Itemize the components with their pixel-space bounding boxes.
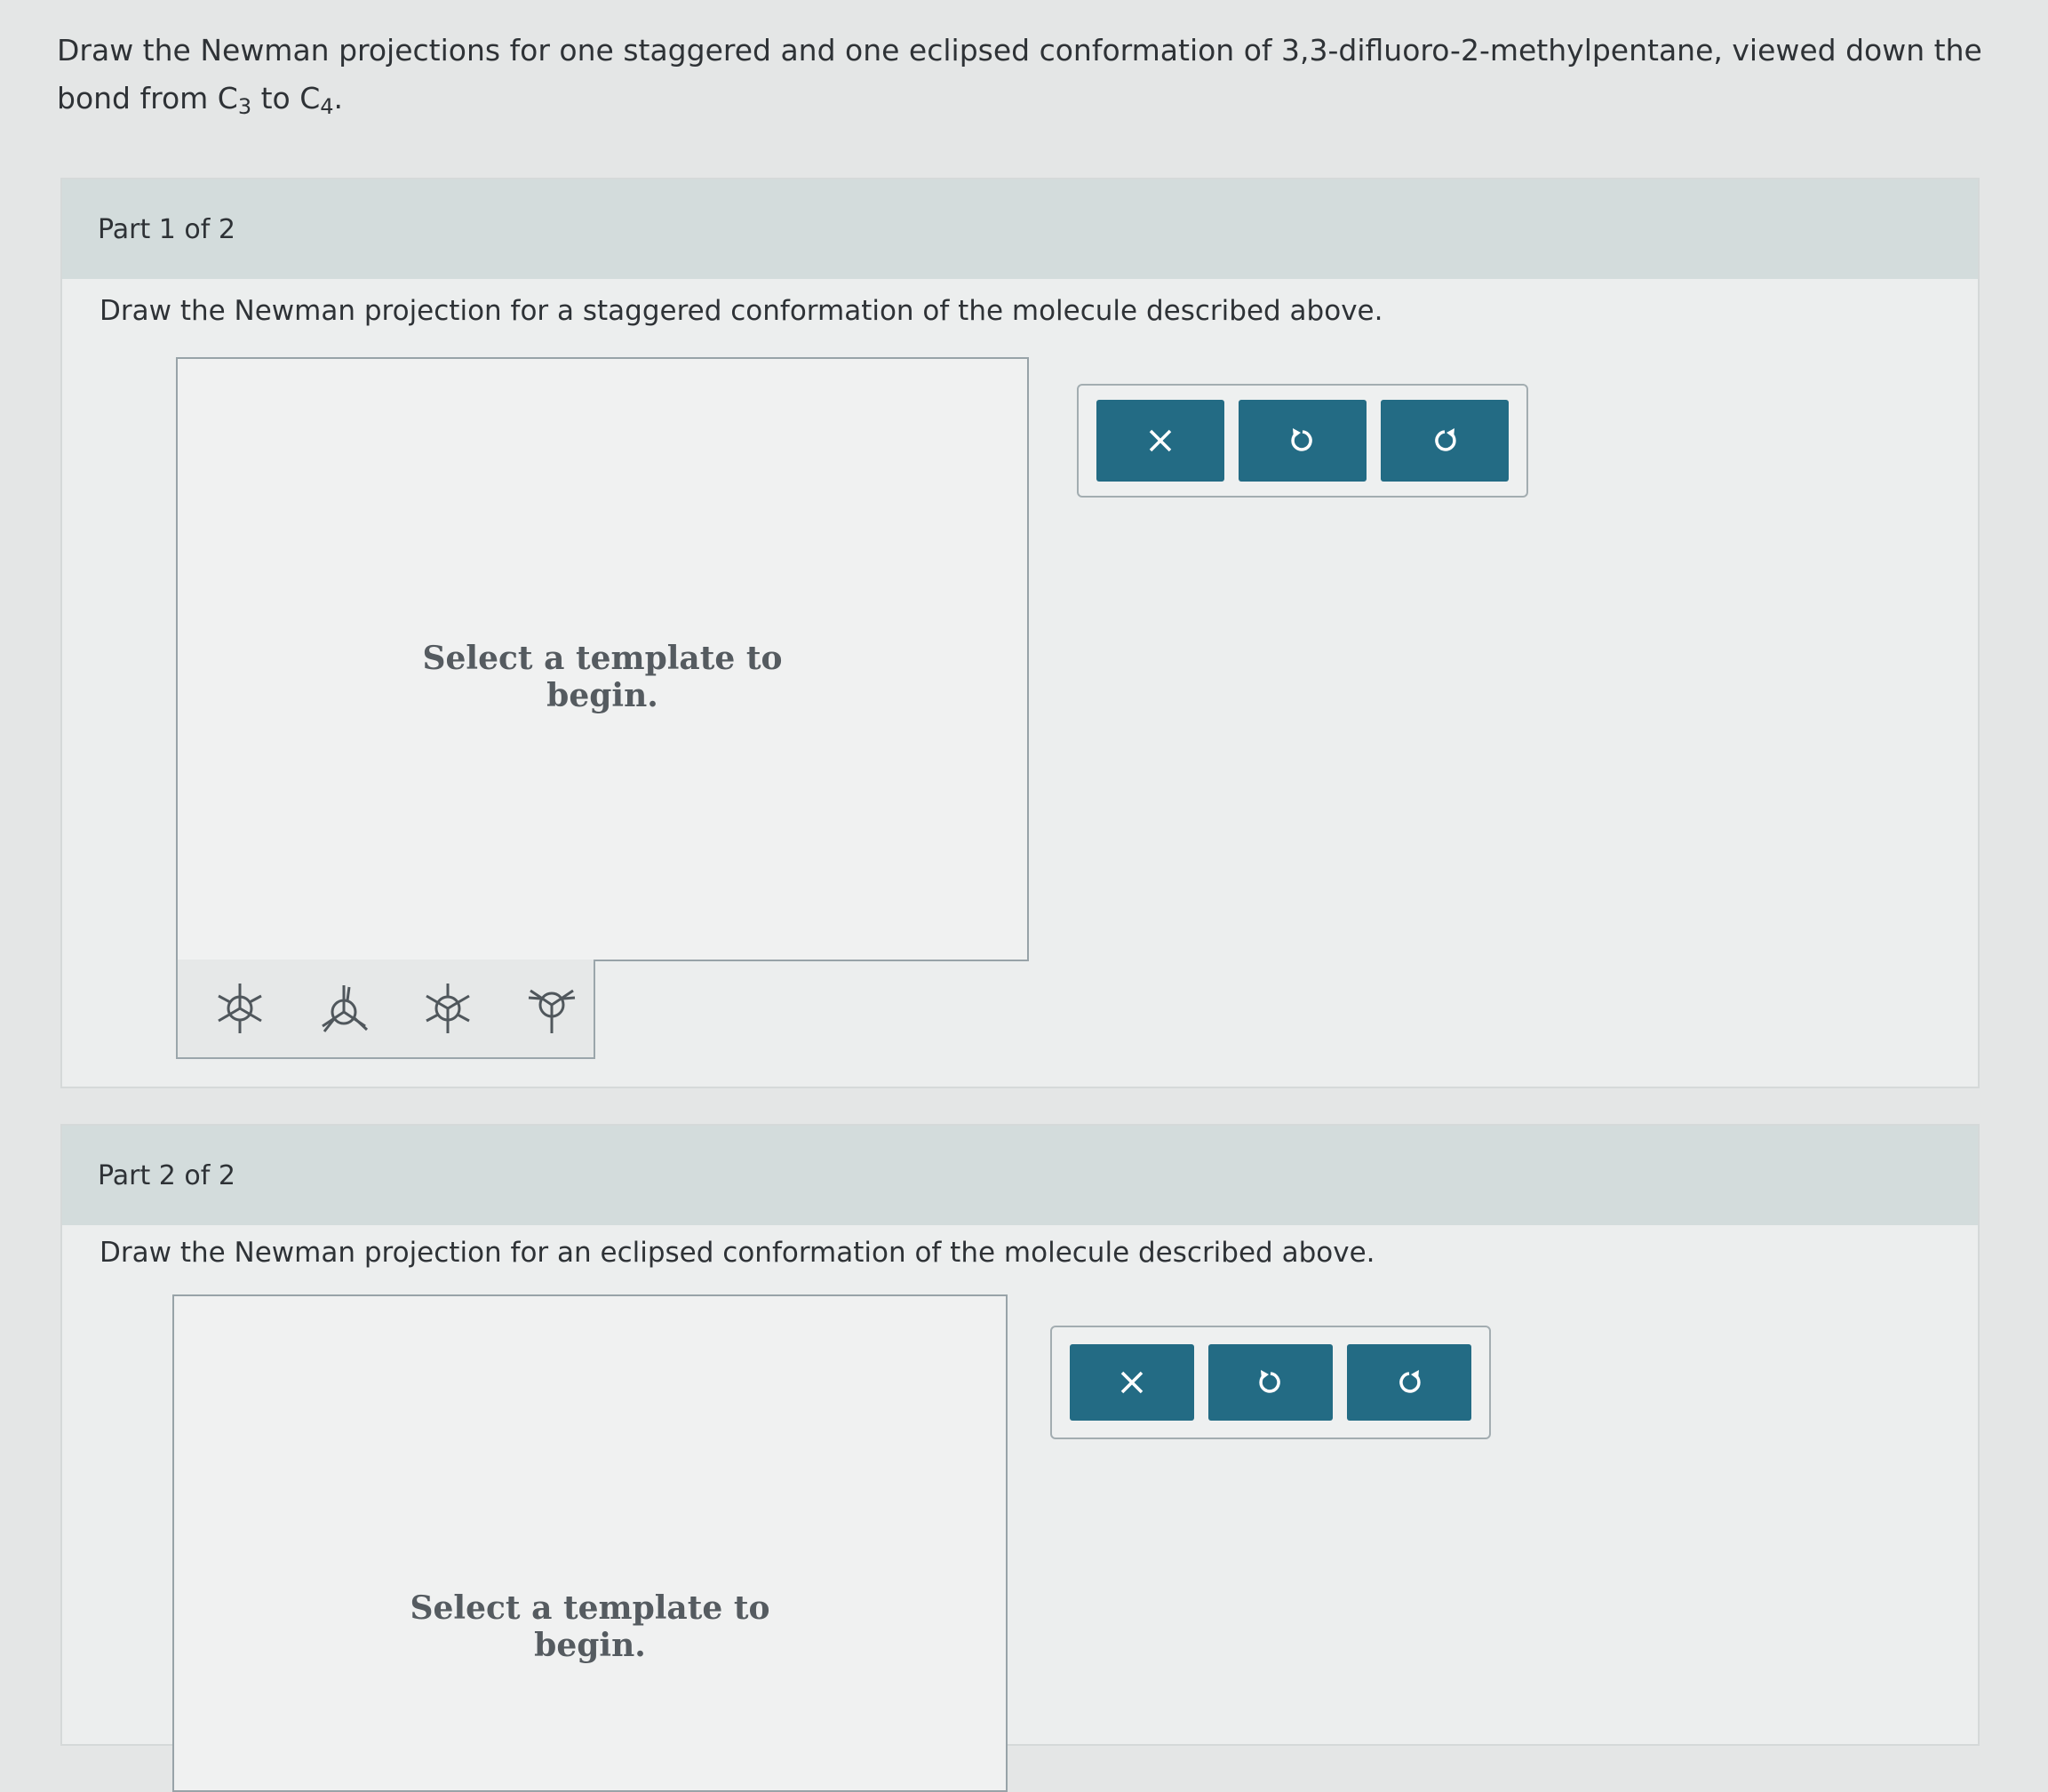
undo-button[interactable] — [1208, 1344, 1333, 1421]
question-text-part: to C — [251, 81, 321, 115]
staggered-template-icon — [217, 984, 262, 1033]
eclipsed-alt-template-button[interactable] — [509, 966, 594, 1051]
clear-button[interactable] — [1096, 400, 1224, 482]
redo-icon — [1399, 1370, 1421, 1393]
redo-button[interactable] — [1347, 1344, 1471, 1421]
question-text-part: . — [333, 81, 344, 115]
part-1-edit-toolbar — [1077, 384, 1528, 498]
clear-button[interactable] — [1070, 1344, 1194, 1421]
subscript-3: 3 — [237, 94, 252, 119]
redo-icon — [1435, 428, 1456, 451]
redo-button[interactable] — [1381, 400, 1509, 482]
part-1-header: Part 1 of 2 — [62, 179, 1978, 279]
staggered-alt-template-button[interactable] — [405, 966, 490, 1051]
part-2-edit-toolbar — [1050, 1326, 1491, 1439]
part-1-panel: Part 1 of 2 Draw the Newman projection f… — [60, 178, 1980, 1088]
part-2-panel: Part 2 of 2 Draw the Newman projection f… — [60, 1124, 1980, 1792]
canvas-placeholder: Select a template to begin. — [174, 1589, 1006, 1664]
staggered-template-button[interactable] — [197, 966, 282, 1051]
placeholder-line: begin. — [534, 1627, 646, 1664]
eclipsed-alt-template-icon — [528, 989, 575, 1033]
template-toolbar — [176, 960, 595, 1059]
subscript-4: 4 — [320, 94, 334, 119]
part-1-drawing-canvas[interactable]: Select a template to begin. — [176, 357, 1029, 961]
part-2-instruction: Draw the Newman projection for an eclips… — [100, 1237, 1375, 1269]
question-text-part: Draw the Newman projections for one stag… — [57, 33, 1982, 115]
staggered-alt-template-icon — [425, 984, 470, 1033]
eclipsed-template-button[interactable] — [301, 966, 386, 1051]
placeholder-line: Select a template to — [422, 640, 783, 677]
canvas-placeholder: Select a template to begin. — [178, 640, 1027, 714]
part-1-instruction: Draw the Newman projection for a stagger… — [100, 295, 1383, 327]
clear-icon — [1120, 1371, 1144, 1394]
part-1-label: Part 1 of 2 — [98, 213, 235, 245]
part-2-label: Part 2 of 2 — [98, 1159, 235, 1191]
placeholder-line: begin. — [546, 677, 658, 714]
undo-button[interactable] — [1239, 400, 1367, 482]
clear-icon — [1149, 429, 1172, 452]
part-2-drawing-canvas[interactable]: Select a template to begin. — [172, 1294, 1008, 1792]
part-2-header: Part 2 of 2 — [62, 1126, 1978, 1225]
undo-icon — [1259, 1370, 1280, 1393]
eclipsed-template-icon — [321, 985, 368, 1032]
question-text: Draw the Newman projections for one stag… — [57, 27, 2012, 123]
undo-icon — [1291, 428, 1312, 451]
placeholder-line: Select a template to — [410, 1589, 770, 1627]
